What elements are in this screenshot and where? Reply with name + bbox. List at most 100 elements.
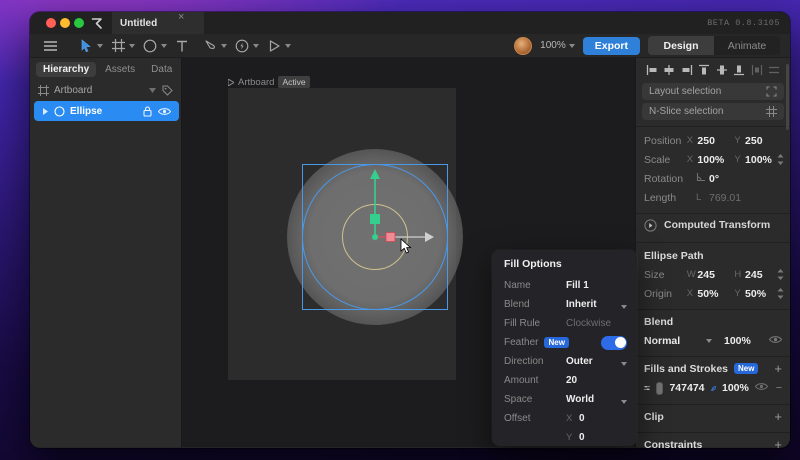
export-button[interactable]: Export [582,36,640,55]
user-avatar[interactable] [514,36,533,55]
shape-tool-dropdown-icon[interactable] [128,36,136,56]
add-clip-button[interactable]: + [774,409,782,424]
minimize-window-button[interactable] [60,18,70,28]
tab-design[interactable]: Design [648,36,714,55]
visibility-eye-icon[interactable] [158,107,171,116]
origin-y-label: Y [734,288,741,299]
computed-transform-disclosure-icon[interactable] [644,218,657,232]
disclosure-icon[interactable] [42,107,49,115]
align-bottom-icon[interactable] [733,64,745,76]
align-top-icon[interactable] [698,64,710,76]
menu-icon[interactable] [40,36,60,56]
state-machine-dropdown-icon[interactable] [252,36,260,56]
space-caret-icon[interactable] [621,391,627,409]
artboard-tool-icon[interactable] [108,36,128,56]
blend-visibility-eye-icon[interactable] [768,335,783,347]
pen-tool-icon[interactable] [200,36,220,56]
fill-item-row[interactable]: 747474 100% − [636,378,790,398]
scale-x-input[interactable]: 100% [697,154,734,166]
feather-toggle[interactable] [601,335,627,350]
add-constraint-button[interactable]: + [774,437,782,448]
fill-visibility-eye-icon[interactable] [754,382,769,394]
blend-mode-select[interactable]: Normal [644,335,702,347]
collapse-chevron-icon[interactable] [149,88,156,93]
gizmo-y-arrowhead[interactable] [370,169,380,179]
position-y-input[interactable]: 250 [745,135,782,147]
zoom-control[interactable]: 100% [540,40,575,51]
offset-y-input[interactable]: 0 [579,432,585,443]
ellipse-path-header: Ellipse Path [636,246,790,265]
select-tool-dropdown-icon[interactable] [96,36,104,56]
gizmo-center-point[interactable] [372,234,378,240]
gizmo-y-handle[interactable] [370,214,380,224]
fill-blend-caret-icon[interactable] [621,296,627,314]
tab-assets[interactable]: Assets [98,62,142,77]
ellipse-tool-dropdown-icon[interactable] [160,36,168,56]
select-tool-icon[interactable] [76,36,96,56]
align-middle-vertical-icon[interactable] [716,64,728,76]
fill-blend-select[interactable]: Inherit [566,299,597,310]
add-fill-button[interactable]: + [774,361,782,376]
origin-link-icon[interactable] [777,288,784,302]
space-select[interactable]: World [566,394,594,405]
ellipse-tool-icon[interactable] [140,36,160,56]
distribute-horizontal-icon[interactable] [751,64,763,76]
amount-input[interactable]: 20 [566,375,577,386]
size-link-icon[interactable] [777,269,784,283]
inspector-scrollbar[interactable] [786,64,789,130]
fill-options-sliders-icon[interactable] [644,383,650,393]
align-right-icon[interactable] [681,64,693,76]
origin-x-input[interactable]: 50% [697,288,734,300]
rotation-angle-icon [696,172,709,185]
tab-close-icon[interactable]: × [178,12,184,23]
feather-indicator-icon[interactable] [710,383,716,394]
pen-tool-dropdown-icon[interactable] [220,36,228,56]
size-w-input[interactable]: 245 [697,269,734,281]
offset-x-input[interactable]: 0 [579,413,585,424]
size-label: Size [644,268,665,281]
fullscreen-window-button[interactable] [74,18,84,28]
layout-selection-button[interactable]: Layout selection [642,83,784,100]
scale-row: Scale X 100% Y 100% [636,150,790,169]
direction-label: Direction [504,356,544,367]
fills-strokes-header: Fills and Strokes New + [636,359,790,378]
blend-opacity-input[interactable]: 100% [724,335,751,347]
align-left-icon[interactable] [646,64,658,76]
state-machine-tool-icon[interactable] [232,36,252,56]
tab-data[interactable]: Data [144,62,179,77]
fill-opacity-input[interactable]: 100% [722,382,749,394]
tab-hierarchy[interactable]: Hierarchy [36,62,97,77]
tab-animate[interactable]: Animate [714,36,780,55]
toolbar: 100% Export Design Animate [30,34,790,58]
blend-mode-caret-icon[interactable] [706,338,712,343]
text-tool-icon[interactable] [172,36,192,56]
remove-fill-button[interactable]: − [776,382,782,394]
tree-item-artboard[interactable]: Artboard [30,81,181,100]
nslice-selection-button[interactable]: N-Slice selection [642,103,784,120]
lock-icon[interactable] [143,105,152,117]
fills-new-badge: New [734,363,759,374]
fill-hex-value[interactable]: 747474 [669,382,704,394]
document-tab[interactable]: Untitled [112,12,204,34]
play-tool-dropdown-icon[interactable] [284,36,292,56]
distribute-vertical-icon[interactable] [768,64,780,76]
tag-icon[interactable] [162,85,173,96]
direction-select[interactable]: Outer [566,356,593,367]
rotation-input[interactable]: 0° [709,173,754,185]
position-x-input[interactable]: 250 [697,135,734,147]
gizmo-x-handle[interactable] [385,232,396,242]
play-tool-icon[interactable] [264,36,284,56]
fills-strokes-title: Fills and Strokes [644,362,729,375]
fill-name-input[interactable]: Fill 1 [566,280,589,291]
position-x-axis-label: X [686,135,694,146]
scale-link-icon[interactable] [777,154,784,168]
direction-caret-icon[interactable] [621,353,627,371]
computed-transform-row[interactable]: Computed Transform [636,214,790,236]
tree-item-ellipse[interactable]: Ellipse [34,101,179,121]
fill-color-swatch[interactable] [655,381,664,395]
nslice-selection-icon [766,106,777,117]
align-center-horizontal-icon[interactable] [663,64,675,76]
gizmo-direction-arrowhead[interactable] [425,232,434,242]
close-window-button[interactable] [46,18,56,28]
length-row: Length L 769.01 [636,188,790,207]
